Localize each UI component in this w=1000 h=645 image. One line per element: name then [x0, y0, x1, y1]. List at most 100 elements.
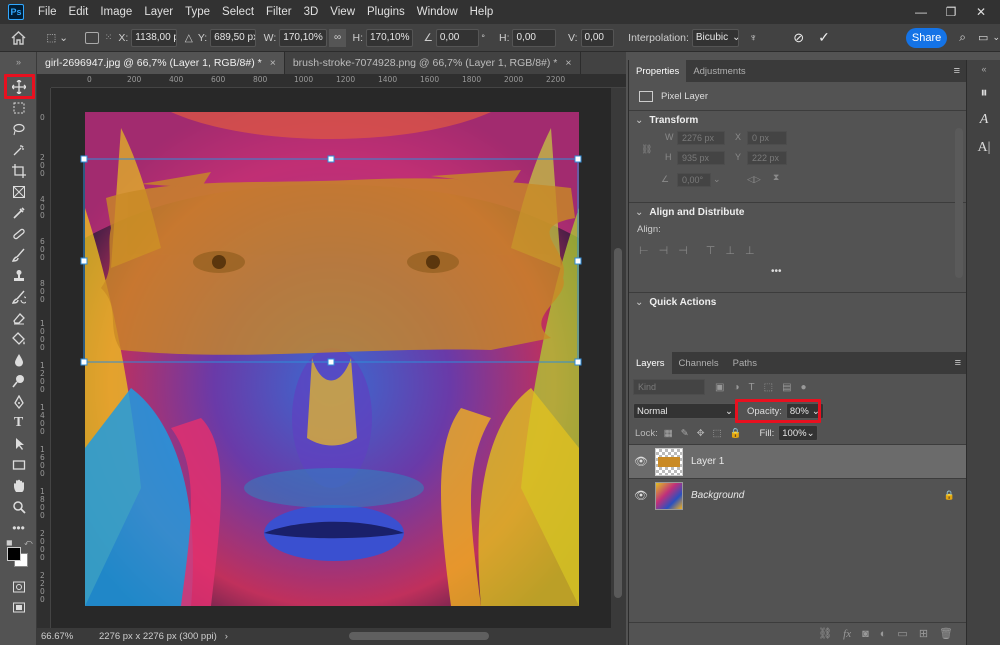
paragraph-icon[interactable]: A| [967, 134, 1000, 162]
reference-point-icon[interactable]: ⁙ [105, 32, 113, 43]
layer-row-background[interactable]: 👁 Background 🔒 [629, 478, 967, 512]
flip-vertical-icon[interactable]: ⧗ [773, 172, 779, 183]
v-skew-input[interactable]: 0,00 [580, 28, 615, 47]
filter-toggle-icon[interactable]: ● [801, 382, 807, 393]
healing-brush-tool-icon[interactable] [0, 223, 37, 244]
y-field[interactable]: 222 px [747, 151, 787, 165]
lock-all-icon[interactable]: 🔒 [730, 428, 742, 439]
close-tab-icon[interactable]: × [270, 57, 276, 69]
lock-transparent-icon[interactable]: ▦ [664, 428, 673, 439]
fill-input[interactable]: 100% ⌄ [778, 425, 819, 441]
eyedropper-tool-icon[interactable] [0, 202, 37, 223]
expand-panels-icon[interactable]: « [967, 60, 1000, 78]
lock-position-icon[interactable]: ✥ [697, 428, 705, 439]
align-left-icon[interactable]: ⊢ [639, 244, 649, 257]
collapse-toolbar-icon[interactable]: » [0, 52, 37, 72]
hand-tool-icon[interactable] [0, 475, 37, 496]
kind-filter[interactable]: Kind [633, 379, 705, 395]
rectangle-tool-icon[interactable] [0, 454, 37, 475]
visibility-eye-icon[interactable]: 👁 [629, 489, 653, 502]
home-icon[interactable] [0, 30, 37, 45]
link-icon[interactable]: ∞ [328, 28, 347, 47]
panel-menu-icon[interactable]: ≡ [954, 60, 966, 82]
character-icon[interactable]: A [967, 106, 1000, 134]
warp-icon[interactable]: ♆ [749, 32, 757, 44]
blend-mode-select[interactable]: Normal ⌄ [633, 403, 737, 419]
close-window-icon[interactable]: ✕ [966, 0, 996, 24]
paint-bucket-tool-icon[interactable] [0, 328, 37, 349]
color-swatches[interactable]: ◼ ⤺ [0, 538, 37, 572]
quick-actions-header[interactable]: ⌄ Quick Actions [629, 292, 966, 312]
height-input[interactable]: 170,10% [365, 28, 414, 47]
interpolation-select[interactable]: Bicubic⌄ [691, 28, 740, 47]
share-button[interactable]: Share [905, 27, 948, 48]
zoom-tool-icon[interactable] [0, 496, 37, 517]
align-bottom-icon[interactable]: ⊥ [745, 244, 755, 257]
lasso-tool-icon[interactable] [0, 118, 37, 139]
tab-layers[interactable]: Layers [629, 352, 672, 374]
align-section-header[interactable]: ⌄ Align and Distribute [629, 202, 966, 222]
menu-plugins[interactable]: Plugins [361, 0, 411, 24]
menu-file[interactable]: File [32, 0, 63, 24]
object-selection-tool-icon[interactable] [0, 139, 37, 160]
pen-tool-icon[interactable] [0, 391, 37, 412]
width-input[interactable]: 170,10% [279, 28, 327, 47]
align-top-icon[interactable]: ⊤ [706, 244, 716, 257]
layer-name[interactable]: Background [691, 490, 744, 501]
commit-transform-icon[interactable]: ✓ [818, 29, 830, 46]
transform-section-header[interactable]: ⌄ Transform [629, 110, 966, 130]
layer-lock-icon[interactable]: 🔒 [944, 490, 955, 501]
tab-properties[interactable]: Properties [629, 60, 687, 82]
horizontal-scrollbar[interactable] [349, 632, 489, 640]
screen-mode-icon[interactable] [0, 597, 37, 618]
align-right-icon[interactable]: ⊣ [678, 244, 688, 257]
angle-field[interactable]: 0,00° [677, 173, 711, 187]
menu-type[interactable]: Type [179, 0, 216, 24]
minimize-icon[interactable]: — [906, 0, 936, 24]
canvas-area[interactable] [51, 88, 611, 628]
fx-icon[interactable]: fx [843, 628, 851, 640]
filter-smart-object-icon[interactable]: ▤ [782, 382, 791, 393]
width-field[interactable]: 2276 px [677, 131, 725, 145]
move-tool-preset-icon[interactable]: ⬚ ⌄ [37, 32, 76, 44]
link-layers-icon[interactable]: ⛓ [818, 627, 832, 640]
workspace-chevron-icon[interactable]: ⌄ [992, 32, 1000, 43]
search-icon[interactable]: ⌕ [959, 30, 966, 45]
blur-tool-icon[interactable] [0, 349, 37, 370]
cancel-transform-icon[interactable]: ⊘ [793, 30, 804, 46]
close-tab-icon[interactable]: × [565, 57, 571, 69]
x-position-input[interactable]: 1138,00 p [131, 28, 177, 47]
menu-3d[interactable]: 3D [298, 0, 325, 24]
lock-pixels-icon[interactable]: ✎ [681, 428, 689, 439]
add-mask-icon[interactable]: ◙ [862, 628, 869, 640]
zoom-level[interactable]: 66.67% [41, 631, 91, 642]
transform-checkbox[interactable] [84, 31, 99, 44]
more-options-icon[interactable]: ••• [771, 266, 782, 277]
x-field[interactable]: 0 px [747, 131, 787, 145]
more-tools-icon[interactable]: ••• [0, 517, 37, 538]
libraries-icon[interactable]: ⏸ [967, 78, 1000, 106]
tab-brush-stroke-document[interactable]: brush-stroke-7074928.png @ 66,7% (Layer … [285, 52, 581, 74]
visibility-eye-icon[interactable]: 👁 [629, 455, 653, 468]
menu-layer[interactable]: Layer [138, 0, 179, 24]
layer-row-layer-1[interactable]: 👁 Layer 1 [629, 444, 967, 478]
link-chain-icon[interactable]: ⛓ [641, 144, 652, 155]
status-chevron-icon[interactable]: › [225, 631, 228, 642]
flip-horizontal-icon[interactable]: ◁▷ [747, 174, 761, 185]
quick-mask-icon[interactable] [0, 576, 37, 597]
menu-select[interactable]: Select [216, 0, 260, 24]
tab-adjustments[interactable]: Adjustments [686, 60, 752, 82]
swap-colors-icon[interactable]: ⤺ [24, 538, 33, 548]
filter-adjustment-icon[interactable]: ◑ [733, 382, 739, 393]
align-center-h-icon[interactable]: ⊣ [659, 244, 669, 257]
menu-edit[interactable]: Edit [63, 0, 95, 24]
rotation-input[interactable]: 0,00 [435, 28, 480, 47]
menu-filter[interactable]: Filter [260, 0, 298, 24]
tab-girl-document[interactable]: girl-2696947.jpg @ 66,7% (Layer 1, RGB/8… [37, 52, 285, 74]
default-colors-icon[interactable]: ◼ [6, 538, 13, 547]
menu-image[interactable]: Image [94, 0, 138, 24]
document-canvas[interactable] [51, 88, 611, 628]
crop-tool-icon[interactable] [0, 160, 37, 181]
clone-stamp-tool-icon[interactable] [0, 265, 37, 286]
filter-shape-icon[interactable]: ⬚ [764, 382, 773, 393]
